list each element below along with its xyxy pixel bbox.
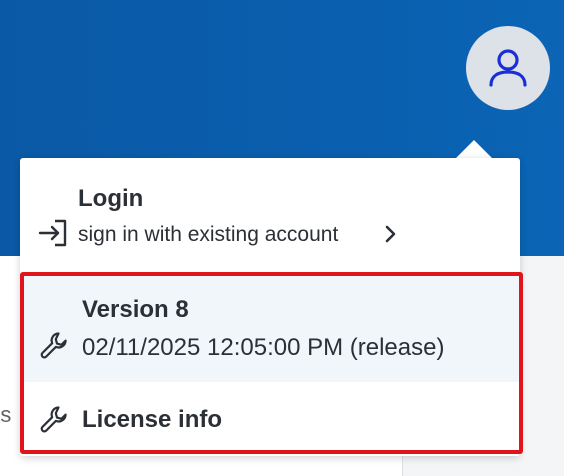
version-build-date: 02/11/2025 12:05:00 PM (release)	[82, 334, 445, 361]
license-info-menu-item[interactable]: License info	[20, 388, 520, 450]
login-subtitle: sign in with existing account	[78, 223, 339, 246]
version-title: Version 8	[82, 296, 189, 323]
chevron-right-icon	[385, 225, 396, 243]
user-account-button[interactable]	[466, 26, 550, 110]
wrench-icon	[40, 332, 67, 359]
wrench-icon	[40, 406, 67, 433]
app-screen: ts Login sign in with existing account V…	[0, 0, 564, 476]
user-icon	[489, 49, 527, 87]
login-menu-item[interactable]: Login sign in with existing account	[20, 158, 520, 270]
login-arrow-icon	[38, 219, 67, 247]
license-info-label: License info	[82, 406, 223, 433]
background-partial-text: ts	[0, 402, 12, 427]
user-dropdown-menu: Login sign in with existing account Vers…	[20, 158, 520, 456]
login-title: Login	[78, 185, 144, 212]
version-info-item: Version 8 02/11/2025 12:05:00 PM (releas…	[20, 274, 520, 382]
menu-pointer	[455, 140, 493, 159]
